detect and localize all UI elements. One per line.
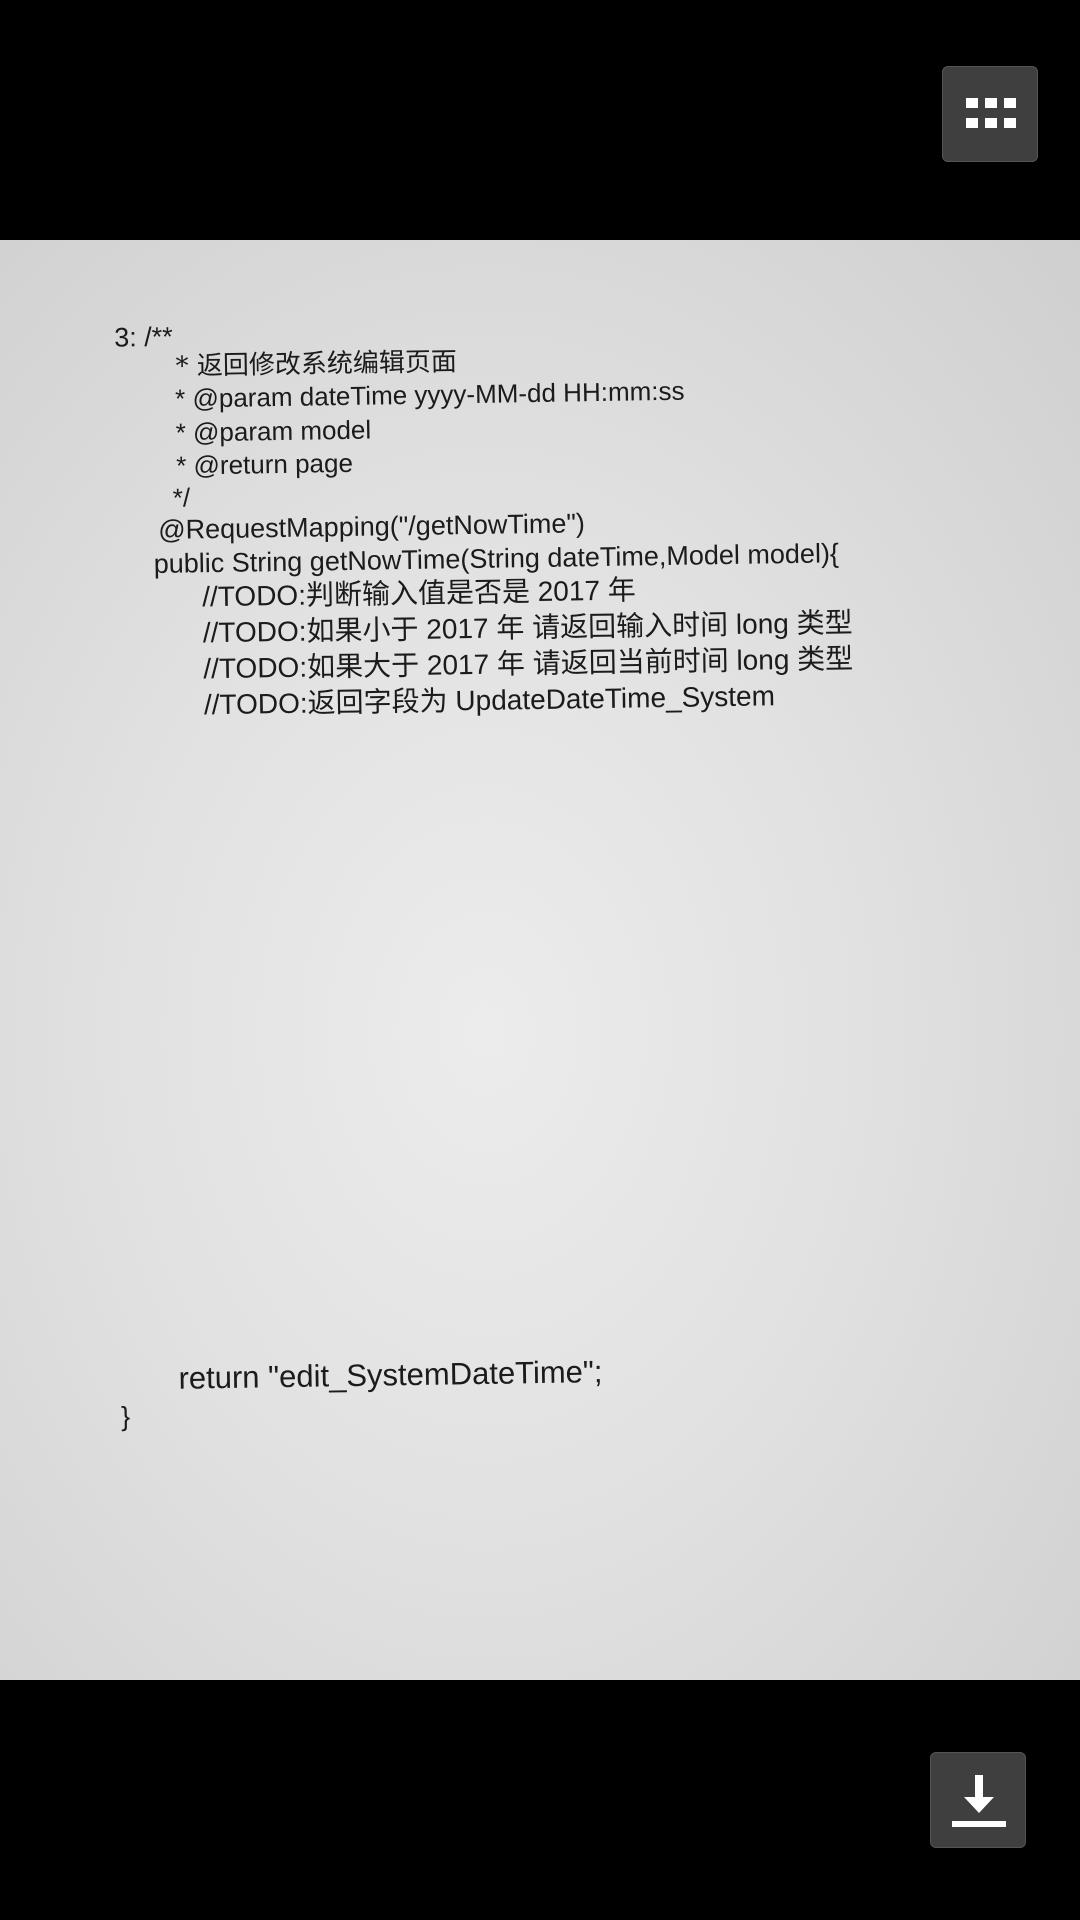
closing-brace: }: [120, 1401, 131, 1432]
param-model-line: * @param model: [175, 414, 372, 448]
todo-line-1: //TODO:判断输入值是否是 2017 年: [202, 574, 637, 613]
todo-line-2: //TODO:如果小于 2017 年 请返回输入时间 long 类型: [202, 607, 853, 649]
comment-close-line: */: [172, 482, 191, 513]
grid-icon: [966, 98, 1016, 128]
paper-sheet: 3: /** * 返回修改系统编辑页面 * @param dateTime yy…: [0, 240, 1080, 1680]
image-viewer: 3: /** * 返回修改系统编辑页面 * @param dateTime yy…: [0, 0, 1080, 1920]
comment-description-line: * 返回修改系统编辑页面: [175, 347, 458, 382]
return-statement-line: return "edit_SystemDateTime";: [178, 1354, 603, 1396]
download-icon: [952, 1775, 1006, 1827]
annotation-line: @RequestMapping("/getNowTime"): [157, 508, 586, 545]
return-doc-line: * @return page: [175, 447, 354, 481]
todo-line-3: //TODO:如果大于 2017 年 请返回当前时间 long 类型: [203, 643, 854, 685]
download-button[interactable]: [930, 1752, 1026, 1848]
comment-open-line: 3: /**: [113, 321, 173, 353]
document-photo: 3: /** * 返回修改系统编辑页面 * @param dateTime yy…: [0, 240, 1080, 1680]
method-signature-line: public String getNowTime(String dateTime…: [153, 538, 840, 580]
grid-menu-button[interactable]: [942, 66, 1038, 162]
todo-line-4: //TODO:返回字段为 UpdateDateTime_System: [203, 680, 776, 721]
param-datetime-line: * @param dateTime yyyy-MM-dd HH:mm:ss: [174, 375, 685, 414]
